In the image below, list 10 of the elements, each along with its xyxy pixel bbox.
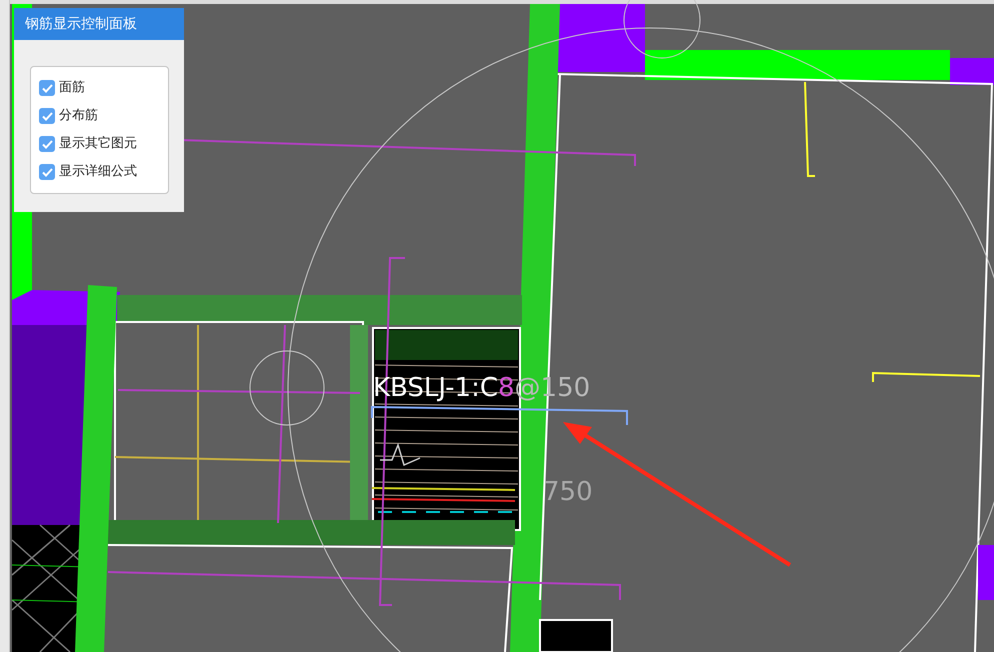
checkbox-icon[interactable] — [39, 164, 55, 180]
dimension-label: 750 — [543, 477, 593, 507]
option-checkbox[interactable]: 分布筋 — [39, 105, 160, 127]
checkbox-icon[interactable] — [39, 80, 55, 96]
option-checkbox[interactable]: 显示其它图元 — [39, 133, 160, 155]
option-checkbox[interactable]: 显示详细公式 — [39, 161, 160, 183]
panel-title: 钢筋显示控制面板 — [14, 8, 184, 40]
checkbox-icon[interactable] — [39, 108, 55, 124]
checkbox-icon[interactable] — [39, 136, 55, 152]
option-checkbox[interactable]: 面筋 — [39, 77, 160, 99]
